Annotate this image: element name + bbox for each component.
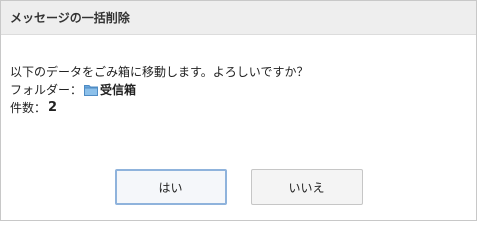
button-row: はい いいえ [1,169,476,205]
confirm-message: 以下のデータをごみ箱に移動します。よろしいですか？ [10,65,309,79]
count-label: 件数： [10,101,47,115]
dialog-title: メッセージの一括削除 [1,1,476,35]
yes-button[interactable]: はい [114,169,227,205]
bulk-delete-dialog: メッセージの一括削除 以下のデータをごみ箱に移動します。よろしいですか？ フォル… [0,0,477,221]
folder-row: フォルダー： 受信箱 [10,81,308,99]
folder-name: 受信箱 [100,83,137,97]
folder-icon [84,84,99,96]
count-value: 2 [48,100,58,115]
no-button[interactable]: いいえ [250,169,363,205]
folder-label: フォルダー： [10,83,83,97]
dialog-body: 以下のデータをごみ箱に移動します。よろしいですか？ フォルダー： 受信箱 件数：… [10,63,308,117]
count-row: 件数： 2 [10,99,308,117]
